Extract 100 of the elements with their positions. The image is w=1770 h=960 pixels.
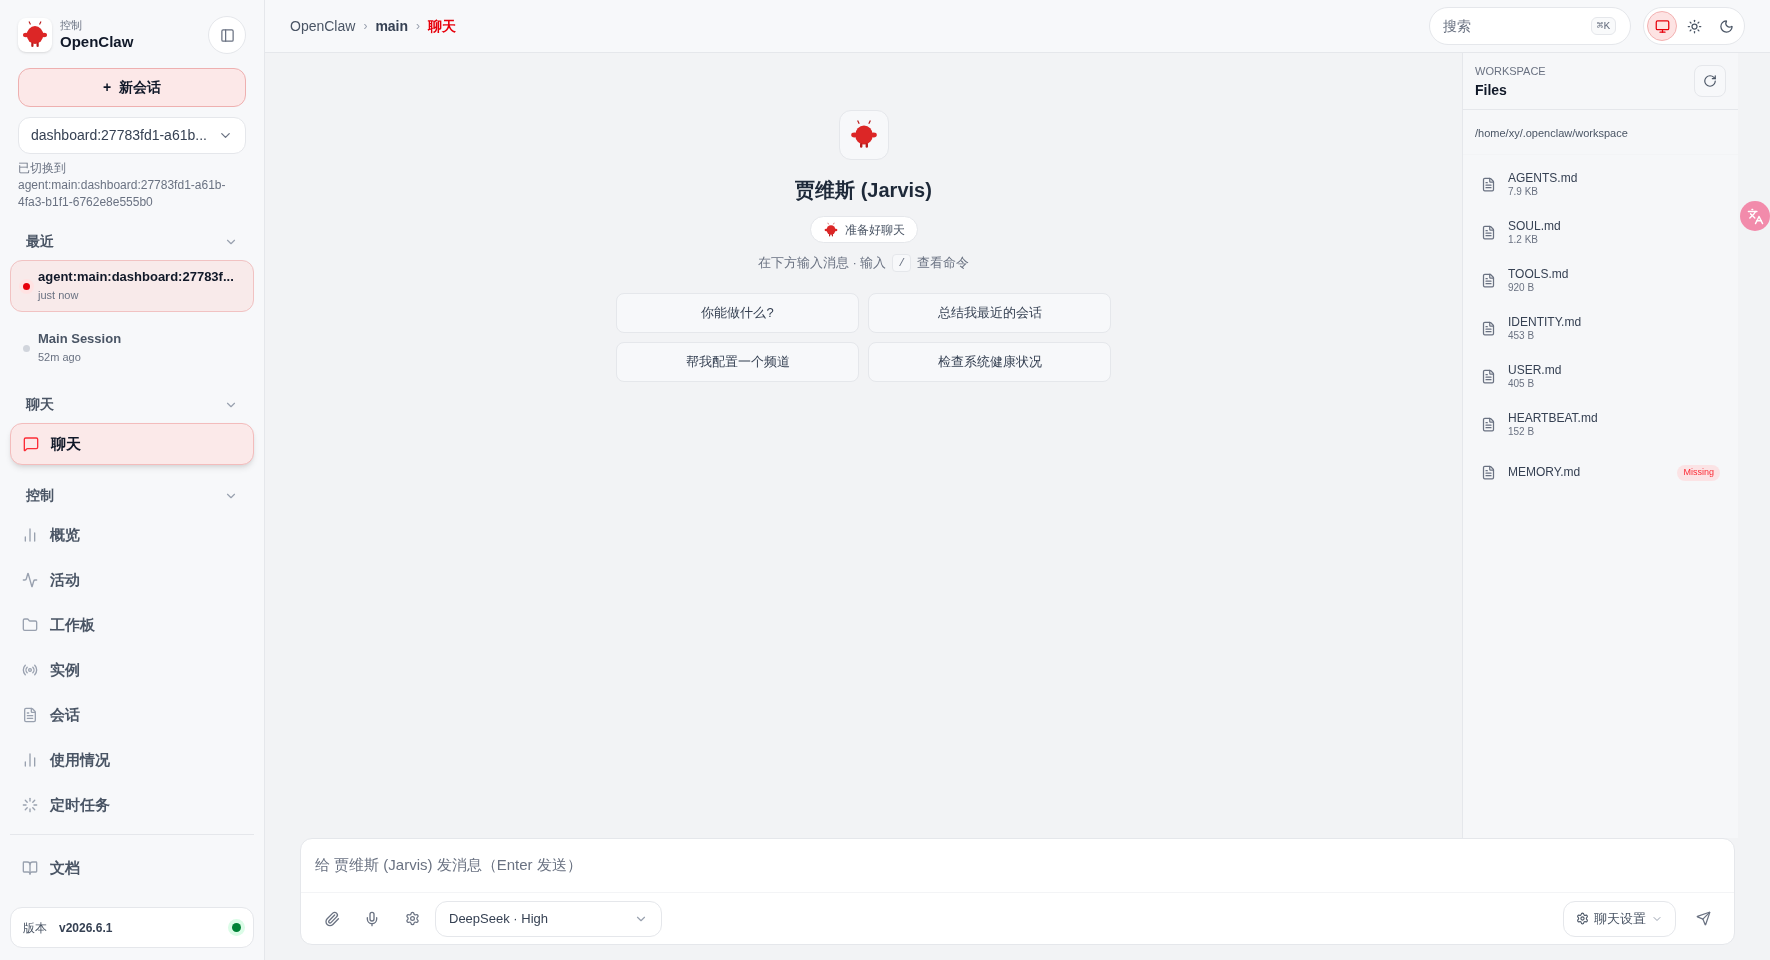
nav-item[interactable]: 使用情况 <box>10 739 254 781</box>
section-heading: 最近 <box>26 232 54 251</box>
book-icon <box>22 860 38 876</box>
file-size: 7.9 KB <box>1508 186 1540 199</box>
moon-icon <box>1718 18 1734 34</box>
file-size: 1.2 KB <box>1508 234 1540 247</box>
session-time: just now <box>38 289 80 303</box>
sidebar-toggle-icon <box>219 27 235 43</box>
spinner-icon <box>22 797 38 813</box>
hint-text: 查看命令 <box>917 254 970 272</box>
collapse-sidebar-button[interactable] <box>208 16 246 54</box>
translate-icon <box>1746 207 1764 225</box>
version-value: v2026.6.1 <box>59 919 113 937</box>
section-heading: 控制 <box>26 486 54 505</box>
refresh-button[interactable] <box>1694 65 1726 97</box>
sun-icon <box>1686 18 1702 34</box>
missing-tag: Missing <box>1677 465 1720 481</box>
file-name: MEMORY.md <box>1508 465 1582 481</box>
file-name: HEARTBEAT.md <box>1508 411 1599 426</box>
nav-item[interactable]: 会话 <box>10 694 254 736</box>
docs-item[interactable]: 文档 <box>10 847 254 889</box>
file-item[interactable]: AGENTS.md 7.9 KB <box>1481 165 1720 205</box>
monitor-icon <box>1654 18 1670 34</box>
status-badge: 准备好聊天 <box>809 216 918 243</box>
section-heading: 聊天 <box>26 395 54 414</box>
mascot-icon <box>822 221 839 238</box>
suggestion-button[interactable]: 总结我最近的会话 <box>868 292 1111 333</box>
session-select[interactable]: dashboard:27783fd1-a61b... <box>18 117 246 154</box>
switch-notice: 已切换到 agent:main:dashboard:27783fd1-a61b-4fa3-b1f1-6762e8e555b0 <box>18 160 227 211</box>
file-item[interactable]: TOOLS.md 920 B <box>1481 261 1720 301</box>
signal-icon <box>22 662 38 678</box>
nav-item[interactable]: 概览 <box>10 514 254 556</box>
document-icon <box>1481 321 1496 337</box>
file-item[interactable]: USER.md 405 B <box>1481 357 1720 397</box>
file-size: 405 B <box>1508 378 1536 391</box>
version-label: 版本 <box>23 919 47 937</box>
file-name: SOUL.md <box>1508 219 1562 234</box>
theme-button[interactable] <box>1647 11 1677 41</box>
microphone-icon <box>364 910 380 927</box>
recent-session[interactable]: agent:main:dashboard:27783f... just now <box>10 260 254 312</box>
document-icon <box>22 707 38 723</box>
document-icon <box>1481 273 1496 289</box>
nav-item[interactable]: 定时任务 <box>10 784 254 826</box>
brand-caption: 控制 <box>60 18 83 33</box>
translate-button[interactable] <box>1740 201 1770 231</box>
recent-session[interactable]: Main Session 52m ago <box>10 322 254 374</box>
pulse-icon <box>22 572 38 588</box>
file-name: TOOLS.md <box>1508 267 1570 282</box>
breadcrumb[interactable]: main <box>375 15 409 37</box>
file-name: USER.md <box>1508 363 1563 378</box>
chat-settings-button[interactable]: 聊天设置 <box>1563 900 1676 937</box>
document-icon <box>1481 417 1496 433</box>
model-select[interactable]: DeepSeek · High <box>435 900 662 937</box>
session-time: 52m ago <box>38 351 82 365</box>
file-name: IDENTITY.md <box>1508 315 1583 330</box>
paperclip-icon <box>324 910 340 927</box>
bar-chart-icon <box>22 752 38 768</box>
suggestion-button[interactable]: 你能做什么? <box>616 292 859 333</box>
workspace-path: /home/xy/.openclaw/workspace <box>1475 127 1628 140</box>
file-item[interactable]: HEARTBEAT.md 152 B <box>1481 405 1720 445</box>
suggestion-button[interactable]: 检查系统健康状况 <box>868 341 1111 382</box>
breadcrumb[interactable]: 聊天 <box>428 15 457 37</box>
panel-caption: WORKSPACE <box>1475 65 1546 79</box>
gear-icon <box>1576 912 1589 925</box>
command-key: / <box>892 253 912 272</box>
panel-title: Files <box>1475 81 1508 100</box>
send-icon <box>1695 911 1711 926</box>
breadcrumb-separator: › <box>416 18 421 35</box>
folder-icon <box>22 617 38 633</box>
file-size: 453 B <box>1508 330 1536 343</box>
nav-item[interactable]: 工作板 <box>10 604 254 646</box>
shortcut-key: ⌘K <box>1590 16 1616 36</box>
breadcrumb-separator: › <box>363 18 368 35</box>
file-item[interactable]: IDENTITY.md 453 B <box>1481 309 1720 349</box>
agent-name: 贾维斯 (Jarvis) <box>795 178 932 203</box>
nav-item[interactable]: 活动 <box>10 559 254 601</box>
message-input[interactable]: 给 贾维斯 (Jarvis) 发消息（Enter 发送） <box>301 839 1734 893</box>
brand-name: OpenClaw <box>60 32 134 52</box>
session-title: agent:main:dashboard:27783f... <box>38 269 234 286</box>
document-icon <box>1481 465 1496 481</box>
chat-bubble-icon <box>23 436 39 452</box>
suggestion-button[interactable]: 帮我配置一个频道 <box>616 341 859 382</box>
file-size: 920 B <box>1508 282 1536 295</box>
session-title: Main Session <box>38 331 122 348</box>
gear-icon <box>404 911 420 926</box>
file-name: AGENTS.md <box>1508 171 1579 186</box>
bar-chart-icon <box>22 527 38 543</box>
nav-item[interactable]: 聊天 <box>10 423 254 465</box>
new-chat-button[interactable]: + 新会话 <box>18 68 246 107</box>
file-size: 152 B <box>1508 426 1536 439</box>
document-icon <box>1481 177 1496 193</box>
document-icon <box>1481 225 1496 241</box>
breadcrumb[interactable]: OpenClaw <box>290 15 356 37</box>
search-field[interactable]: 搜索 ⌘K <box>1429 7 1631 45</box>
nav-item[interactable]: 实例 <box>10 649 254 691</box>
refresh-icon <box>1703 74 1717 88</box>
file-item[interactable]: SOUL.md 1.2 KB <box>1481 213 1720 253</box>
hint-text: 在下方输入消息 · 输入 <box>757 254 887 272</box>
file-item[interactable]: MEMORY.md Missing <box>1481 453 1720 493</box>
document-icon <box>1481 369 1496 385</box>
